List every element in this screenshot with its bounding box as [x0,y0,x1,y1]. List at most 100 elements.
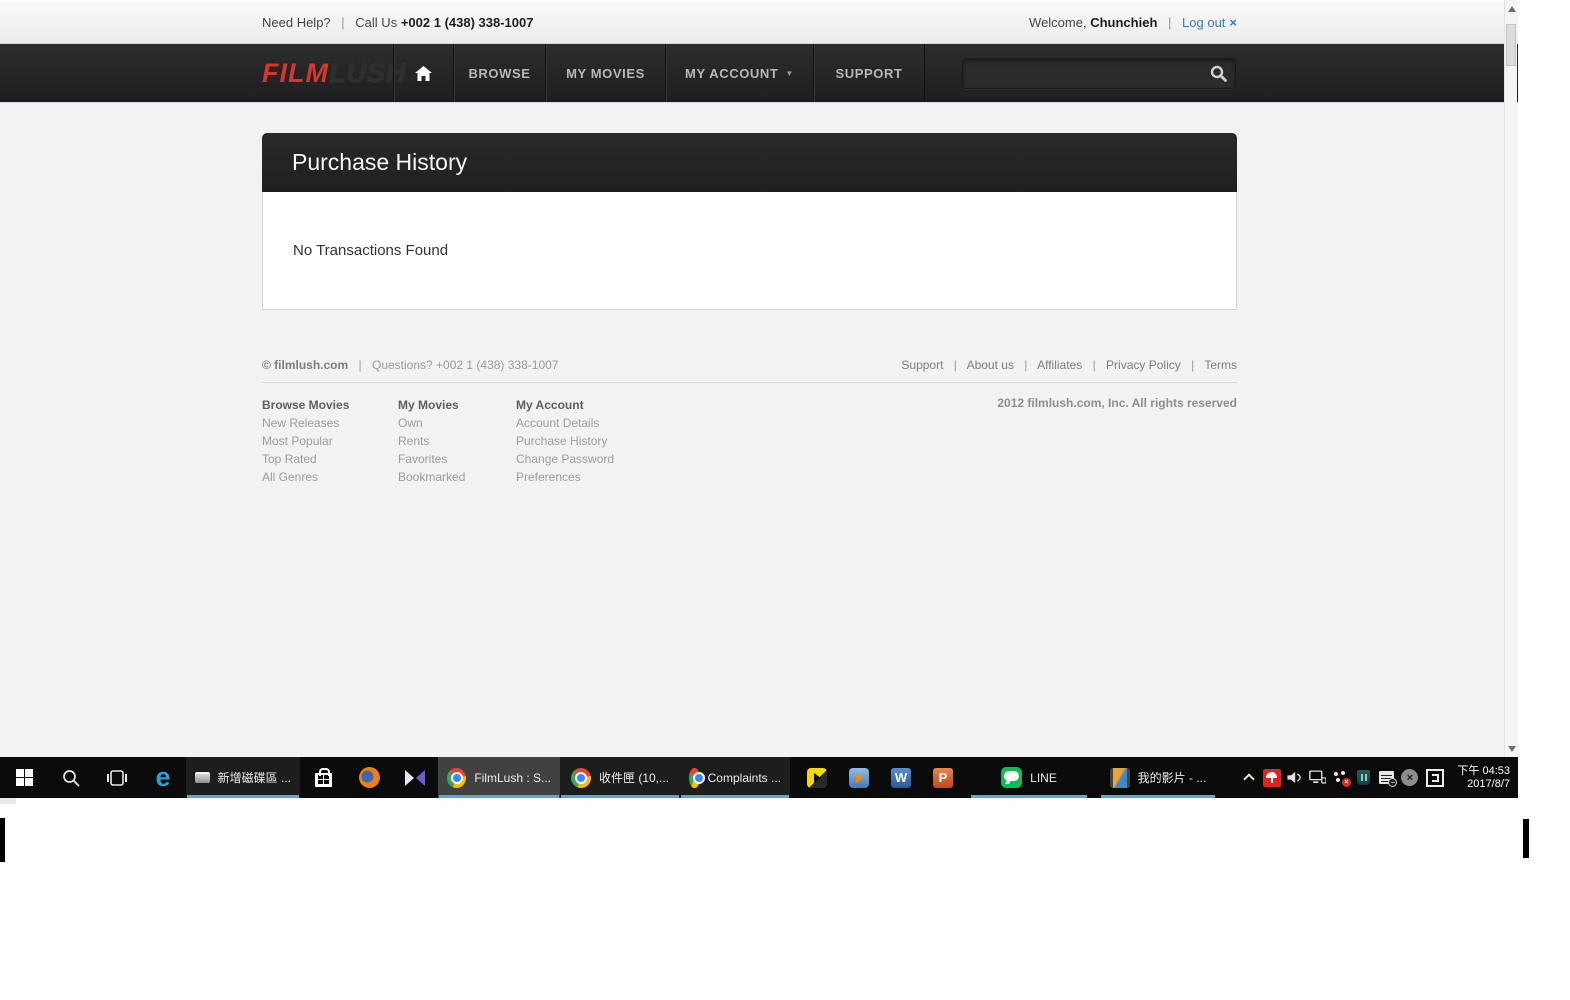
nav-my-account[interactable]: MY ACCOUNT ▼ [665,44,813,102]
taskbar-clock[interactable]: 下午 04:53 2017/8/7 [1457,765,1510,791]
footer-link-support[interactable]: Support [901,358,943,372]
separator: | [1168,15,1171,30]
media-player-button[interactable] [838,757,880,798]
taskbar-search-button[interactable] [48,757,94,798]
scroll-up-arrow-icon[interactable] [1508,6,1516,12]
footer-link-purchase-history[interactable]: Purchase History [516,432,716,450]
taskbar-window-label: 收件匣 (10,... [599,769,669,786]
tray-chevron-up-icon[interactable] [1237,757,1260,798]
footer-top-links: Support | About us | Affiliates | Privac… [901,358,1237,372]
start-button[interactable] [0,757,48,798]
need-help-link[interactable]: Need Help? [262,15,331,30]
active-underline [439,795,559,798]
footer-link-new-releases[interactable]: New Releases [262,414,398,432]
tray-app-icon[interactable] [1352,757,1375,798]
search-box [962,58,1236,89]
footer-link-most-popular[interactable]: Most Popular [262,432,398,450]
chrome-icon [571,768,591,788]
separator: | [1024,358,1027,372]
filmlush-logo[interactable]: FILMLUSH [262,44,393,102]
taskbar-window-filmlush[interactable]: FilmLush : S... [438,757,560,798]
footer-link-favorites[interactable]: Favorites [398,450,516,468]
taskbar-window-inbox[interactable]: 收件匣 (10,... [560,757,680,798]
chrome-icon [447,768,466,788]
footer-link-all-genres[interactable]: All Genres [262,468,398,486]
nav-browse[interactable]: BROWSE [453,44,545,102]
nav-my-account-label: MY ACCOUNT [685,66,778,81]
separator: | [341,15,344,30]
taskbar-window-label: 我的影片 - ... [1138,769,1207,786]
purchase-history-panel: Purchase History No Transactions Found [262,133,1237,310]
tray-volume-icon[interactable] [1283,757,1306,798]
potplayer-icon [807,768,827,788]
active-underline [561,795,679,798]
username: Chunchieh [1090,15,1157,30]
nav-support-label: SUPPORT [835,66,902,81]
footer-link-own[interactable]: Own [398,414,516,432]
firefox-button[interactable] [346,757,392,798]
edge-browser-button[interactable]: e [140,757,186,798]
footer-link-privacy-policy[interactable]: Privacy Policy [1106,358,1181,372]
taskbar-window-line[interactable]: LINE [970,757,1088,798]
separator: | [1191,358,1194,372]
task-view-button[interactable] [94,757,140,798]
taskbar-window-movies[interactable]: 我的影片 - ... [1100,757,1216,798]
footer-link-bookmarked[interactable]: Bookmarked [398,468,516,486]
artifact-gray-sliver [0,798,16,804]
logo-film-text: FILM [262,58,329,89]
chevron-down-icon: ▼ [785,69,794,78]
artifact-black-bar-left [0,818,5,862]
separator: | [1093,358,1096,372]
help-phone-area: Need Help? | Call Us +002 1 (438) 338-10… [262,15,533,30]
logout-link[interactable]: Log out× [1182,15,1237,30]
artifact-black-bar-right [1523,819,1529,858]
footer-link-rents[interactable]: Rents [398,432,516,450]
line-icon [1001,767,1022,788]
media-player-icon [849,768,869,788]
powerpoint-button[interactable]: P [922,757,964,798]
scrollbar-thumb[interactable] [1506,24,1516,66]
movie-maker-icon [1110,768,1130,788]
search-input[interactable] [963,59,1197,88]
nav-support[interactable]: SUPPORT [813,44,925,102]
taskbar-window-complaints[interactable]: Complaints ... [680,757,790,798]
taskbar-window-disk[interactable]: 新增磁碟區 ... [186,757,300,798]
clock-date: 2017/8/7 [1457,778,1510,791]
potplayer-button[interactable] [796,757,838,798]
kmplayer-icon [405,768,425,788]
scrollbar[interactable] [1504,0,1517,757]
taskbar-window-label: 新增磁碟區 ... [218,769,291,786]
tray-ime-icon[interactable] [1421,757,1449,798]
tray-disconnected-icon[interactable]: × [1398,757,1421,798]
footer-column-browse-movies: Browse Movies New Releases Most Popular … [262,396,398,486]
chrome-icon [689,768,700,788]
footer-link-account-details[interactable]: Account Details [516,414,716,432]
footer-link-change-password[interactable]: Change Password [516,450,716,468]
footer-link-terms[interactable]: Terms [1204,358,1237,372]
footer-link-about-us[interactable]: About us [967,358,1014,372]
tray-notes-icon[interactable]: − [1375,757,1398,798]
tray-network-icon[interactable] [1306,757,1329,798]
word-button[interactable]: W [880,757,922,798]
welcome-label: Welcome, [1029,15,1087,30]
account-area: Welcome, Chunchieh | Log out× [1029,15,1237,30]
windows-logo-icon [16,769,33,786]
store-button[interactable] [300,757,346,798]
footer-link-top-rated[interactable]: Top Rated [262,450,398,468]
kmplayer-button[interactable] [392,757,438,798]
edge-icon: e [155,764,170,791]
tray-antivirus-icon[interactable] [1260,757,1283,798]
footer-column-title: My Movies [398,396,516,414]
active-underline [681,795,789,798]
footer-column-my-account: My Account Account Details Purchase Hist… [516,396,716,486]
nav-my-movies-label: MY MOVIES [566,66,645,81]
footer-link-preferences[interactable]: Preferences [516,468,716,486]
footer-link-affiliates[interactable]: Affiliates [1037,358,1082,372]
nav-home-button[interactable] [393,44,453,102]
browser-viewport: Need Help? | Call Us +002 1 (438) 338-10… [0,0,1518,757]
scroll-down-arrow-icon[interactable] [1508,746,1516,752]
panel-header: Purchase History [262,133,1237,192]
nav-my-movies[interactable]: MY MOVIES [545,44,665,102]
tray-sync-error-icon[interactable]: × [1329,757,1352,798]
search-icon[interactable] [1210,65,1227,87]
